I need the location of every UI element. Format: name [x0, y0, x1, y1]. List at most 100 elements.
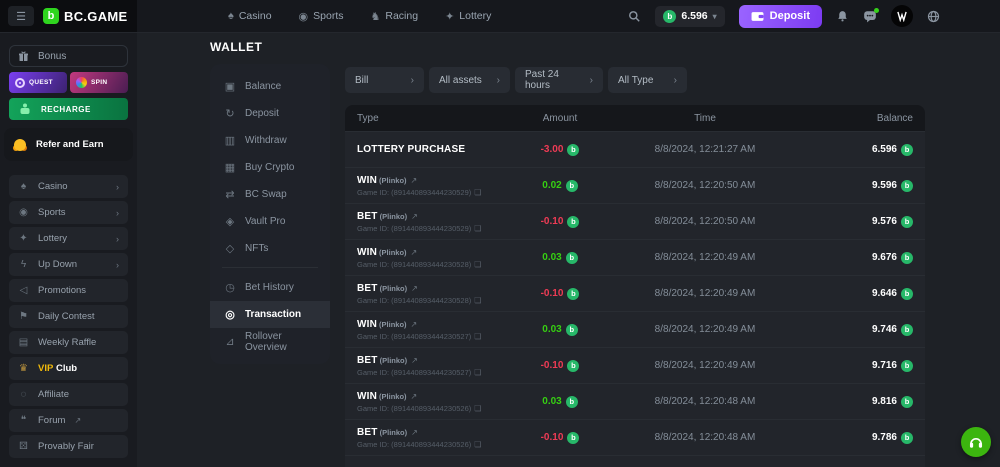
nav-racing[interactable]: ♞ Racing	[371, 10, 419, 23]
table-row[interactable]: WIN(Plinko)↗ Game ID: (89144089344423052…	[345, 383, 925, 419]
wallet-item-nfts[interactable]: ◇ NFTs	[210, 235, 330, 262]
copy-icon[interactable]: ❏	[474, 404, 481, 413]
table-row[interactable]: WIN(Plinko)↗ b b	[345, 455, 925, 467]
item-label: Promotions	[38, 285, 86, 296]
refer-and-earn-button[interactable]: Refer and Earn	[4, 128, 133, 161]
transaction-content: Bill › All assets › Past 24 hours › All …	[345, 67, 925, 467]
sidebar-item-vip-club[interactable]: ♛ VIP Club	[9, 357, 128, 380]
quest-label: QUEST	[29, 79, 53, 86]
sports-icon: ◉	[299, 10, 309, 23]
tx-time: 8/8/2024, 12:20:48 AM	[625, 396, 785, 407]
wallet-item-bet-history[interactable]: ◷ Bet History	[210, 274, 330, 301]
search-icon[interactable]	[628, 10, 641, 23]
filter-bill-dropdown[interactable]: Bill ›	[345, 67, 424, 93]
filter-assets-dropdown[interactable]: All assets ›	[429, 67, 510, 93]
table-row[interactable]: BET(Plinko)↗ Game ID: (89144089344423052…	[345, 419, 925, 455]
copy-icon[interactable]: ❏	[474, 368, 481, 377]
lightning-icon: ϟ	[18, 259, 29, 270]
copy-icon[interactable]: ❏	[474, 332, 481, 341]
link-icon[interactable]: ↗	[411, 212, 418, 221]
notifications-bell-icon[interactable]	[836, 9, 849, 23]
tx-amount: 0.02	[542, 180, 561, 191]
sidebar-item-affiliate[interactable]: ◌ Affiliate	[9, 383, 128, 406]
copy-icon[interactable]: ❏	[474, 260, 481, 269]
sidebar-item-promotions[interactable]: ◁ Promotions	[9, 279, 128, 302]
tx-game: (Plinko)	[379, 392, 407, 401]
balance-selector[interactable]: b 6.596 ▾	[655, 6, 724, 27]
item-label: Lottery	[38, 233, 67, 244]
sidebar-item-daily-contest[interactable]: ⚑ Daily Contest	[9, 305, 128, 328]
tx-type: WIN	[357, 247, 377, 258]
deposit-button[interactable]: Deposit	[739, 5, 822, 28]
wallet-item-transaction[interactable]: ◎ Transaction	[210, 301, 330, 328]
item-label: Affiliate	[38, 389, 69, 400]
item-label: Withdraw	[245, 135, 287, 146]
copy-icon[interactable]: ❏	[474, 188, 481, 197]
link-icon[interactable]: ↗	[411, 248, 418, 257]
sidebar-item-weekly-raffle[interactable]: ▤ Weekly Raffle	[9, 331, 128, 354]
quest-target-icon	[15, 78, 25, 88]
link-icon[interactable]: ↗	[411, 176, 418, 185]
clock-icon: ◷	[224, 281, 236, 294]
bonus-button[interactable]: Bonus	[9, 45, 128, 67]
deposit-label: Deposit	[770, 10, 810, 22]
filter-time-dropdown[interactable]: Past 24 hours ›	[515, 67, 603, 93]
item-label: Forum	[38, 415, 65, 426]
tx-amount: -3.00	[541, 144, 564, 155]
sidebar-item-provably-fair[interactable]: ⚄ Provably Fair	[9, 435, 128, 458]
sidebar-item-casino[interactable]: ♠ Casino ›	[9, 175, 128, 198]
spin-button[interactable]: SPIN	[70, 72, 128, 93]
copy-icon[interactable]: ❏	[474, 296, 481, 305]
wallet-item-bc-swap[interactable]: ⇄ BC Swap	[210, 181, 330, 208]
nav-lottery[interactable]: ✦ Lottery	[445, 10, 491, 23]
top-navigation: ♠ Casino ◉ Sports ♞ Racing ✦ Lottery	[228, 10, 491, 23]
tx-amount: -0.10	[541, 432, 564, 443]
copy-icon[interactable]: ❏	[474, 224, 481, 233]
nft-icon: ◇	[224, 242, 236, 255]
support-chat-button[interactable]	[961, 427, 991, 457]
link-icon[interactable]: ↗	[411, 392, 418, 401]
link-icon[interactable]: ↗	[411, 320, 418, 329]
wallet-menu: ▣ Balance ↻ Deposit ▥ Withdraw ▦ Buy Cry…	[210, 64, 330, 364]
swap-icon: ⇄	[224, 188, 236, 201]
copy-icon[interactable]: ❏	[474, 440, 481, 449]
sidebar-item-sports[interactable]: ◉ Sports ›	[9, 201, 128, 224]
wallet-item-rollover-overview[interactable]: ⊿ Rollover Overview	[210, 328, 330, 355]
wallet-item-vault-pro[interactable]: ◈ Vault Pro	[210, 208, 330, 235]
recharge-button[interactable]: RECHARGE	[9, 98, 128, 120]
wallet-item-deposit[interactable]: ↻ Deposit	[210, 100, 330, 127]
table-row[interactable]: WIN(Plinko)↗ Game ID: (89144089344423052…	[345, 239, 925, 275]
wallet-item-balance[interactable]: ▣ Balance	[210, 73, 330, 100]
nav-sports[interactable]: ◉ Sports	[299, 10, 344, 23]
bonus-label: Bonus	[38, 51, 66, 62]
raffle-ticket-icon: ▤	[18, 337, 29, 348]
hamburger-menu-button[interactable]: ☰	[8, 6, 34, 26]
globe-language-icon[interactable]	[927, 10, 940, 23]
wallet-item-buy-crypto[interactable]: ▦ Buy Crypto	[210, 154, 330, 181]
link-icon[interactable]: ↗	[411, 284, 418, 293]
chat-icon[interactable]	[863, 10, 877, 23]
sidebar-item-updown[interactable]: ϟ Up Down ›	[9, 253, 128, 276]
nav-casino[interactable]: ♠ Casino	[228, 10, 272, 23]
table-row[interactable]: WIN(Plinko)↗ Game ID: (89144089344423052…	[345, 311, 925, 347]
sidebar-item-forum[interactable]: ❝ Forum ↗	[9, 409, 128, 432]
tx-type: BET	[357, 283, 378, 294]
table-row[interactable]: BET(Plinko)↗ Game ID: (89144089344423052…	[345, 275, 925, 311]
link-icon[interactable]: ↗	[411, 356, 418, 365]
bc-coin-icon: b	[567, 360, 579, 372]
filter-type-dropdown[interactable]: All Type ›	[608, 67, 687, 93]
table-row[interactable]: LOTTERY PURCHASE -3.00b 8/8/2024, 12:21:…	[345, 131, 925, 167]
filter-label: All Type	[618, 75, 653, 86]
topbar: ☰ b BC.GAME ♠ Casino ◉ Sports ♞ Racing ✦…	[0, 0, 1000, 33]
table-row[interactable]: BET(Plinko)↗ Game ID: (89144089344423052…	[345, 347, 925, 383]
link-icon[interactable]: ↗	[411, 428, 418, 437]
nav-label: Racing	[385, 10, 418, 22]
quest-button[interactable]: QUEST	[9, 72, 67, 93]
table-row[interactable]: BET(Plinko)↗ Game ID: (89144089344423052…	[345, 203, 925, 239]
avatar[interactable]	[891, 5, 913, 27]
table-row[interactable]: WIN(Plinko)↗ Game ID: (89144089344423052…	[345, 167, 925, 203]
wallet-item-withdraw[interactable]: ▥ Withdraw	[210, 127, 330, 154]
logo[interactable]: b BC.GAME	[43, 8, 128, 24]
sidebar-item-lottery[interactable]: ✦ Lottery ›	[9, 227, 128, 250]
tx-game-id: Game ID: (891440893444230527)	[357, 332, 471, 341]
